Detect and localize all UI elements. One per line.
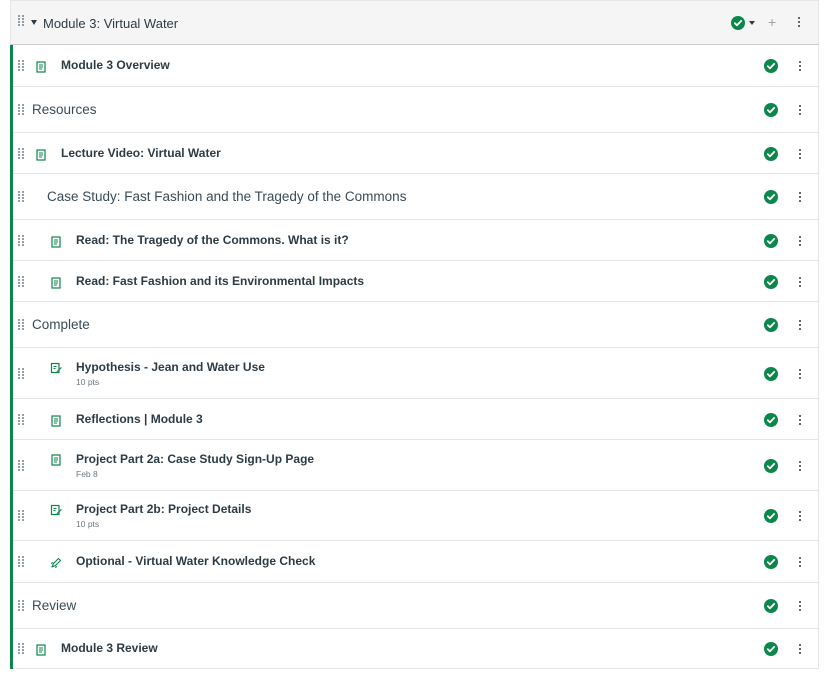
drag-handle-icon[interactable] xyxy=(18,147,25,159)
page-icon xyxy=(50,276,62,289)
module-text-header[interactable]: Complete xyxy=(13,302,819,348)
page-icon xyxy=(35,643,47,656)
item-title-link[interactable]: Read: Fast Fashion and its Environmental… xyxy=(76,274,364,288)
module-text-header[interactable]: Review xyxy=(13,583,819,629)
item-details: 10 pts xyxy=(76,376,100,387)
publish-menu-caret-icon[interactable] xyxy=(749,21,755,25)
item-options-icon[interactable] xyxy=(799,276,801,287)
item-title-link[interactable]: Module 3 Review xyxy=(61,641,158,655)
item-title-link[interactable]: Optional - Virtual Water Knowledge Check xyxy=(76,554,315,568)
item-options-icon[interactable] xyxy=(799,644,801,654)
published-check-icon[interactable] xyxy=(764,146,778,161)
item-options-icon[interactable] xyxy=(799,235,801,246)
item-options-icon[interactable] xyxy=(799,460,801,471)
page-icon xyxy=(35,60,47,73)
drag-handle-icon[interactable] xyxy=(18,459,25,471)
published-check-icon[interactable] xyxy=(764,458,778,473)
module-container: Module 3: Virtual Water + Module 3 Overv… xyxy=(10,0,819,669)
module-item[interactable]: Project Part 2a: Case Study Sign-Up Page… xyxy=(13,440,819,491)
collapse-caret-icon[interactable] xyxy=(31,20,37,25)
published-check-icon[interactable] xyxy=(764,366,778,381)
item-options-icon[interactable] xyxy=(799,105,801,115)
module-items-list: Module 3 Overview Resources Lecture Video:… xyxy=(10,45,819,669)
assignment-icon xyxy=(50,361,62,373)
item-options-icon[interactable] xyxy=(799,511,801,521)
drag-handle-icon[interactable] xyxy=(18,510,25,521)
item-options-icon[interactable] xyxy=(799,368,801,379)
header-title: Case Study: Fast Fashion and the Tragedy… xyxy=(47,189,407,204)
module-text-header[interactable]: Resources xyxy=(13,87,819,133)
module-item[interactable]: Module 3 Overview xyxy=(13,45,819,87)
header-title: Review xyxy=(32,598,77,613)
module-item[interactable]: Lecture Video: Virtual Water xyxy=(13,133,819,174)
item-options-icon[interactable] xyxy=(799,320,801,330)
item-title-link[interactable]: Project Part 2b: Project Details xyxy=(76,502,251,516)
drag-handle-icon[interactable] xyxy=(18,15,25,26)
published-check-icon[interactable] xyxy=(731,16,745,30)
published-check-icon[interactable] xyxy=(764,509,778,523)
page-icon xyxy=(35,148,47,161)
module-item[interactable]: Hypothesis - Jean and Water Use 10 pts xyxy=(13,348,819,399)
drag-handle-icon[interactable] xyxy=(18,319,25,330)
published-check-icon[interactable] xyxy=(764,190,778,204)
header-title: Complete xyxy=(32,317,90,332)
item-title-link[interactable]: Reflections | Module 3 xyxy=(76,412,203,426)
item-title-link[interactable]: Lecture Video: Virtual Water xyxy=(61,146,221,160)
drag-handle-icon[interactable] xyxy=(18,60,25,71)
item-options-icon[interactable] xyxy=(799,192,801,202)
module-header[interactable]: Module 3: Virtual Water + xyxy=(10,0,819,45)
drag-handle-icon[interactable] xyxy=(18,104,25,115)
drag-handle-icon[interactable] xyxy=(18,643,25,654)
module-item[interactable]: Read: The Tragedy of the Commons. What i… xyxy=(13,220,819,261)
item-title-link[interactable]: Module 3 Overview xyxy=(61,58,170,72)
item-options-icon[interactable] xyxy=(799,601,801,611)
item-title-link[interactable]: Hypothesis - Jean and Water Use xyxy=(76,360,265,374)
drag-handle-icon[interactable] xyxy=(18,191,25,202)
published-check-icon[interactable] xyxy=(764,233,778,248)
module-item[interactable]: Module 3 Review xyxy=(13,629,819,669)
published-check-icon[interactable] xyxy=(764,59,778,73)
item-options-icon[interactable] xyxy=(799,61,801,71)
module-item[interactable]: Project Part 2b: Project Details 10 pts xyxy=(13,491,819,541)
module-title: Module 3: Virtual Water xyxy=(43,16,179,31)
published-check-icon[interactable] xyxy=(764,412,778,427)
module-text-header[interactable]: Case Study: Fast Fashion and the Tragedy… xyxy=(13,174,819,220)
item-details: 10 pts xyxy=(76,519,100,529)
page-icon xyxy=(50,235,62,248)
module-item[interactable]: Read: Fast Fashion and its Environmental… xyxy=(13,261,819,302)
published-check-icon[interactable] xyxy=(764,642,778,656)
drag-handle-icon[interactable] xyxy=(18,600,25,611)
item-options-icon[interactable] xyxy=(799,148,801,159)
module-item[interactable]: Optional - Virtual Water Knowledge Check xyxy=(13,541,819,583)
published-check-icon[interactable] xyxy=(764,318,778,332)
module-item[interactable]: Reflections | Module 3 xyxy=(13,399,819,440)
published-check-icon[interactable] xyxy=(764,274,778,289)
item-options-icon[interactable] xyxy=(799,557,801,567)
page-icon xyxy=(50,414,62,427)
assignment-icon xyxy=(50,503,62,516)
page-icon xyxy=(50,453,62,466)
module-options-icon[interactable] xyxy=(798,17,800,27)
drag-handle-icon[interactable] xyxy=(18,556,25,567)
published-check-icon[interactable] xyxy=(764,555,778,569)
header-title: Resources xyxy=(32,102,97,117)
item-title-link[interactable]: Read: The Tragedy of the Commons. What i… xyxy=(76,233,349,247)
published-check-icon[interactable] xyxy=(764,103,778,117)
add-item-icon[interactable]: + xyxy=(768,15,776,29)
item-title-link[interactable]: Project Part 2a: Case Study Sign-Up Page xyxy=(76,452,314,466)
item-details: Feb 8 xyxy=(76,468,98,479)
drag-handle-icon[interactable] xyxy=(18,367,25,379)
drag-handle-icon[interactable] xyxy=(18,413,25,425)
drag-handle-icon[interactable] xyxy=(18,275,25,287)
published-check-icon[interactable] xyxy=(764,599,778,613)
drag-handle-icon[interactable] xyxy=(18,234,25,246)
item-options-icon[interactable] xyxy=(799,414,801,425)
quiz-icon xyxy=(50,556,62,569)
